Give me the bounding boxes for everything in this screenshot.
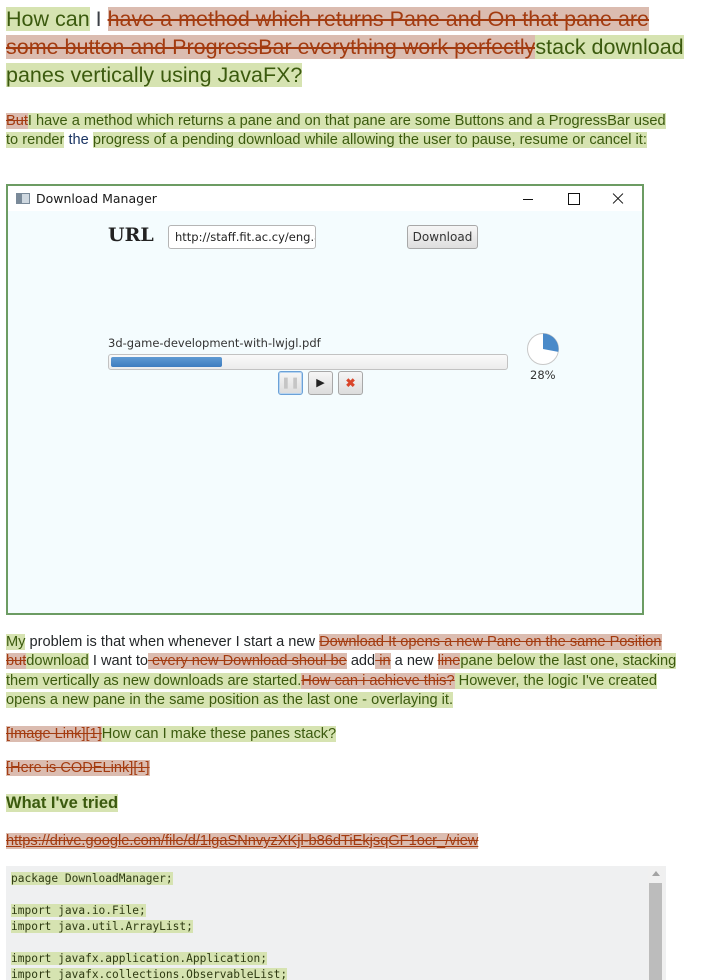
- code-block: package DownloadManager; import java.io.F…: [6, 866, 666, 980]
- deleted-text: [Here is CODELink][1]: [6, 760, 150, 776]
- download-progress-bar: [108, 354, 508, 370]
- code-line-text: import java.util.ArrayList;: [11, 920, 193, 933]
- scroll-up-arrow-icon[interactable]: [652, 871, 660, 876]
- app-icon: [16, 193, 30, 204]
- text: a new: [390, 653, 438, 670]
- text: I want to: [88, 653, 148, 670]
- inserted-text: download: [26, 653, 89, 670]
- link-paragraph: https://drive.google.com/file/d/1lgaSNnv…: [6, 832, 696, 851]
- text: add: [346, 653, 376, 670]
- url-label: URL: [108, 224, 154, 246]
- url-input[interactable]: http://staff.fit.ac.cy/eng.ap: [168, 225, 316, 249]
- code-line-text: package DownloadManager;: [11, 872, 173, 885]
- inserted-text: What I've tried: [6, 794, 119, 812]
- code-lines: package DownloadManager; import java.io.F…: [11, 871, 288, 980]
- deleted-text: in: [375, 653, 391, 670]
- code-line-text: import java.io.File;: [11, 904, 146, 917]
- progress-percent: 28%: [530, 368, 556, 382]
- deleted-text: every new Download shoul be: [148, 653, 347, 670]
- window-title: Download Manager: [36, 191, 157, 206]
- pause-button[interactable]: ❚❚: [278, 371, 303, 395]
- question-title: How can I have a method which returns Pa…: [6, 5, 706, 89]
- intro-paragraph: ButI have a method which returns a pane …: [6, 112, 676, 151]
- progress-bar-fill: [111, 357, 222, 367]
- deleted-text: But: [6, 113, 28, 129]
- window-title-bar: Download Manager: [8, 186, 642, 211]
- download-button[interactable]: Download: [407, 225, 478, 249]
- code-line: import javafx.collections.ObservableList…: [11, 967, 288, 980]
- text: the: [64, 132, 93, 149]
- inserted-text: How can: [6, 7, 90, 31]
- section-heading: What I've tried: [6, 793, 696, 814]
- code-scrollbar[interactable]: [648, 866, 665, 980]
- resume-button[interactable]: ▶: [308, 371, 333, 395]
- deleted-text: line: [437, 653, 461, 670]
- code-link-paragraph: [Here is CODELink][1]: [6, 759, 696, 778]
- code-line: import java.io.File;: [11, 903, 287, 919]
- inserted-text: How can I make these panes stack?: [101, 726, 337, 742]
- code-line: import javafx.application.Application;: [11, 951, 287, 967]
- code-line: import java.util.ArrayList;: [11, 919, 287, 935]
- problem-paragraph: My problem is that when whenever I start…: [6, 633, 686, 710]
- maximize-icon[interactable]: [558, 188, 588, 208]
- deleted-text: How can i achieve this?: [301, 672, 455, 689]
- scrollbar-thumb[interactable]: [649, 883, 662, 980]
- progress-indicator-slice: [543, 333, 559, 352]
- download-file-name: 3d-game-development-with-lwjgl.pdf: [108, 336, 321, 350]
- drive-link[interactable]: https://drive.google.com/file/d/1lgaSNnv…: [6, 833, 478, 849]
- progress-indicator: [527, 333, 559, 365]
- question-paragraph: [Image Link][1]How can I make these pane…: [6, 725, 696, 744]
- pause-icon: ❚❚: [281, 377, 300, 389]
- cancel-icon: ✖: [345, 376, 356, 390]
- minimize-icon[interactable]: [513, 188, 543, 208]
- inserted-text: My: [6, 634, 26, 650]
- download-manager-window: Download Manager URL http://staff.fit.ac…: [6, 184, 644, 615]
- deleted-text: [Image Link][1]: [6, 726, 102, 742]
- cancel-button[interactable]: ✖: [338, 371, 363, 395]
- code-line-text: import javafx.collections.ObservableList…: [11, 968, 288, 980]
- text: I: [89, 7, 108, 31]
- inserted-text: progress of a pending download while all…: [92, 132, 647, 149]
- code-line: package DownloadManager;: [11, 871, 287, 887]
- close-icon[interactable]: [603, 188, 633, 208]
- text: problem is that when whenever I start a …: [25, 634, 320, 650]
- code-line-text: import javafx.application.Application;: [11, 952, 267, 965]
- play-icon: ▶: [316, 377, 325, 389]
